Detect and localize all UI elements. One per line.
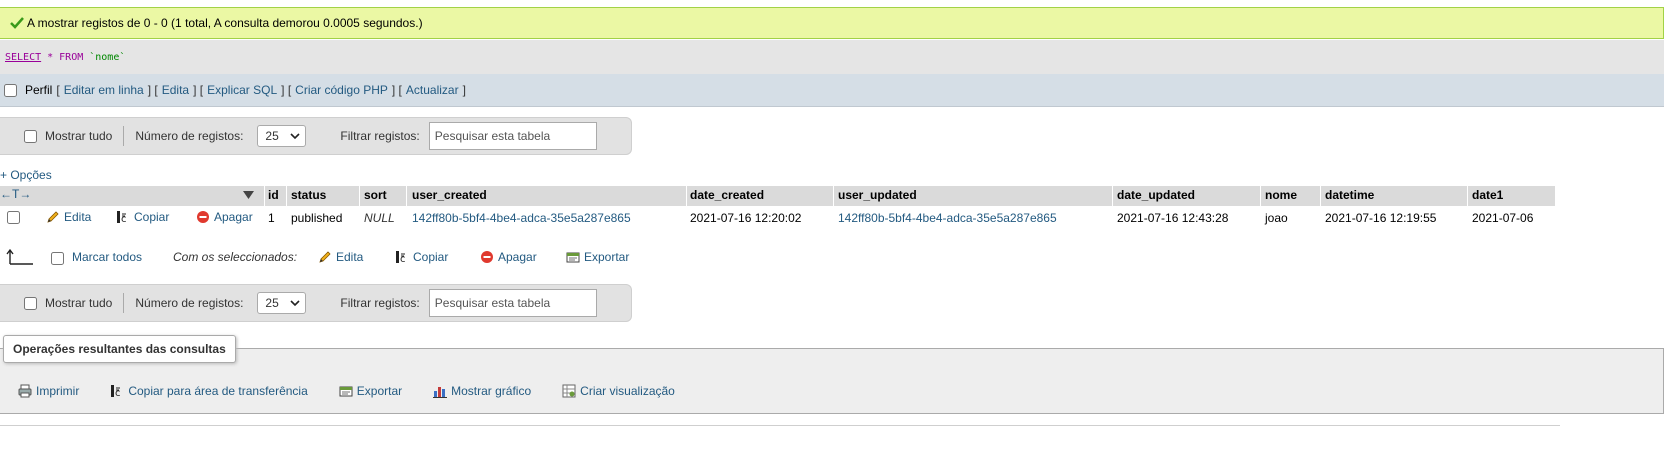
delete-icon bbox=[481, 251, 493, 263]
edit-inline-link[interactable]: Editar em linha bbox=[64, 83, 144, 97]
bulk-export-button[interactable]: Exportar bbox=[566, 250, 629, 264]
view-table-icon bbox=[562, 384, 576, 398]
cell-status[interactable]: published bbox=[291, 211, 342, 225]
row-select-checkbox[interactable] bbox=[7, 211, 20, 224]
profile-label: Perfil bbox=[25, 83, 53, 97]
column-header-status[interactable]: status bbox=[291, 188, 326, 202]
explain-sql-link[interactable]: Explicar SQL bbox=[207, 83, 277, 97]
pencil-icon bbox=[319, 251, 331, 263]
sql-from-keyword: FROM bbox=[59, 51, 84, 63]
cell-nome[interactable]: joao bbox=[1265, 211, 1288, 225]
show-all-checkbox-top[interactable] bbox=[24, 129, 37, 143]
edit-query-link[interactable]: Edita bbox=[162, 83, 189, 97]
cell-sort[interactable]: NULL bbox=[364, 211, 395, 225]
mark-all-link[interactable]: Marcar todos bbox=[72, 250, 142, 264]
rows-select-top[interactable]: 25 bbox=[257, 125, 307, 147]
copy-icon: c bbox=[396, 251, 406, 264]
mark-all-checkbox[interactable] bbox=[51, 252, 64, 265]
column-header-sort[interactable]: sort bbox=[364, 188, 387, 202]
rows-label-top: Número de registos: bbox=[135, 129, 244, 143]
filter-input-top[interactable]: Pesquisar esta tabela bbox=[428, 122, 597, 150]
create-php-code-link[interactable]: Criar código PHP bbox=[295, 83, 388, 97]
show-all-checkbox-bottom[interactable] bbox=[24, 296, 37, 310]
printer-icon bbox=[18, 384, 32, 398]
cell-date-updated[interactable]: 2021-07-16 12:43:28 bbox=[1117, 211, 1228, 225]
column-header-date-updated[interactable]: date_updated bbox=[1117, 188, 1195, 202]
query-operations-legend: Operações resultantes das consultas bbox=[3, 335, 236, 363]
filter-input-bottom[interactable]: Pesquisar esta tabela bbox=[428, 289, 597, 317]
show-all-label-bottom: Mostrar tudo bbox=[45, 296, 113, 310]
bar-chart-icon bbox=[433, 387, 448, 398]
query-actions-bar: Perfil [Editar em linha] [Edita] [Explic… bbox=[0, 74, 1664, 107]
chevron-down-icon bbox=[290, 132, 300, 139]
bottom-divider bbox=[0, 425, 1560, 426]
show-chart-button[interactable]: Mostrar gráfico bbox=[433, 384, 531, 398]
copy-to-clipboard-button[interactable]: c Copiar para área de transferência bbox=[110, 384, 308, 398]
column-header-date1[interactable]: date1 bbox=[1472, 188, 1503, 202]
column-header-nome[interactable]: nome bbox=[1265, 188, 1297, 202]
cell-date-created[interactable]: 2021-07-16 12:20:02 bbox=[690, 211, 801, 225]
column-header-user-updated[interactable]: user_updated bbox=[838, 188, 917, 202]
row-copy-button[interactable]: c Copiar bbox=[116, 210, 169, 224]
column-header-id[interactable]: id bbox=[268, 188, 279, 202]
success-message: A mostrar registos de 0 - 0 (1 total, A … bbox=[27, 16, 423, 30]
with-selected-label: Com os seleccionados: bbox=[173, 250, 298, 264]
pencil-icon bbox=[47, 211, 59, 223]
cell-user-updated[interactable]: 142ff80b-5bf4-4be4-adca-35e5a287e865 bbox=[838, 211, 1057, 225]
sql-table-name: `nome` bbox=[89, 51, 126, 63]
query-operations-list: Imprimir c Copiar para área de transferê… bbox=[18, 384, 675, 398]
show-all-label-top: Mostrar tudo bbox=[45, 129, 113, 143]
profile-checkbox[interactable] bbox=[4, 83, 17, 97]
bulk-delete-button[interactable]: Apagar bbox=[480, 250, 537, 264]
column-header-date-created[interactable]: date_created bbox=[690, 188, 764, 202]
cell-date1[interactable]: 2021-07-06 bbox=[1472, 211, 1533, 225]
success-message-bar: A mostrar registos de 0 - 0 (1 total, A … bbox=[0, 7, 1664, 39]
sql-star: * bbox=[47, 51, 54, 63]
row-edit-button[interactable]: Edita bbox=[46, 210, 91, 224]
check-icon bbox=[10, 17, 24, 29]
arrow-up-left-icon bbox=[6, 248, 33, 265]
results-table-header: ←T→ id status sort user_created date_cre… bbox=[0, 186, 1555, 206]
export-icon bbox=[339, 386, 353, 397]
column-header-user-created[interactable]: user_created bbox=[412, 188, 487, 202]
rows-label-bottom: Número de registos: bbox=[135, 296, 244, 310]
refresh-link[interactable]: Actualizar bbox=[406, 83, 459, 97]
filter-label-top: Filtrar registos: bbox=[340, 129, 420, 143]
query-operations-panel bbox=[0, 348, 1664, 414]
rows-select-bottom[interactable]: 25 bbox=[257, 292, 307, 314]
sql-select-keyword[interactable]: SELECT bbox=[5, 52, 41, 63]
column-reorder-arrows[interactable]: ←T→ bbox=[0, 187, 31, 201]
bottom-navigation: Mostrar tudo Número de registos: 25 Filt… bbox=[0, 284, 632, 322]
delete-icon bbox=[197, 211, 209, 223]
print-button[interactable]: Imprimir bbox=[18, 384, 79, 398]
cell-datetime[interactable]: 2021-07-16 12:19:55 bbox=[1325, 211, 1436, 225]
export-button[interactable]: Exportar bbox=[339, 384, 402, 398]
create-view-button[interactable]: Criar visualização bbox=[562, 384, 675, 398]
bulk-copy-button[interactable]: c Copiar bbox=[395, 250, 448, 264]
options-link[interactable]: + Opções bbox=[0, 168, 52, 182]
chevron-down-icon bbox=[290, 299, 300, 306]
sort-triangle-icon[interactable] bbox=[243, 191, 254, 199]
column-header-datetime[interactable]: datetime bbox=[1325, 188, 1374, 202]
export-icon bbox=[566, 252, 580, 263]
row-delete-button[interactable]: Apagar bbox=[196, 210, 253, 224]
top-navigation: Mostrar tudo Número de registos: 25 Filt… bbox=[0, 117, 632, 155]
copy-icon: c bbox=[111, 385, 121, 398]
bulk-edit-button[interactable]: Edita bbox=[318, 250, 363, 264]
filter-label-bottom: Filtrar registos: bbox=[340, 296, 420, 310]
cell-id[interactable]: 1 bbox=[268, 211, 275, 225]
sql-query-display: SELECT * FROM `nome` bbox=[0, 40, 1664, 74]
copy-icon: c bbox=[117, 211, 127, 224]
cell-user-created[interactable]: 142ff80b-5bf4-4be4-adca-35e5a287e865 bbox=[412, 211, 631, 225]
table-row: Edita c Copiar Apagar 1 published NULL 1… bbox=[0, 206, 1555, 230]
